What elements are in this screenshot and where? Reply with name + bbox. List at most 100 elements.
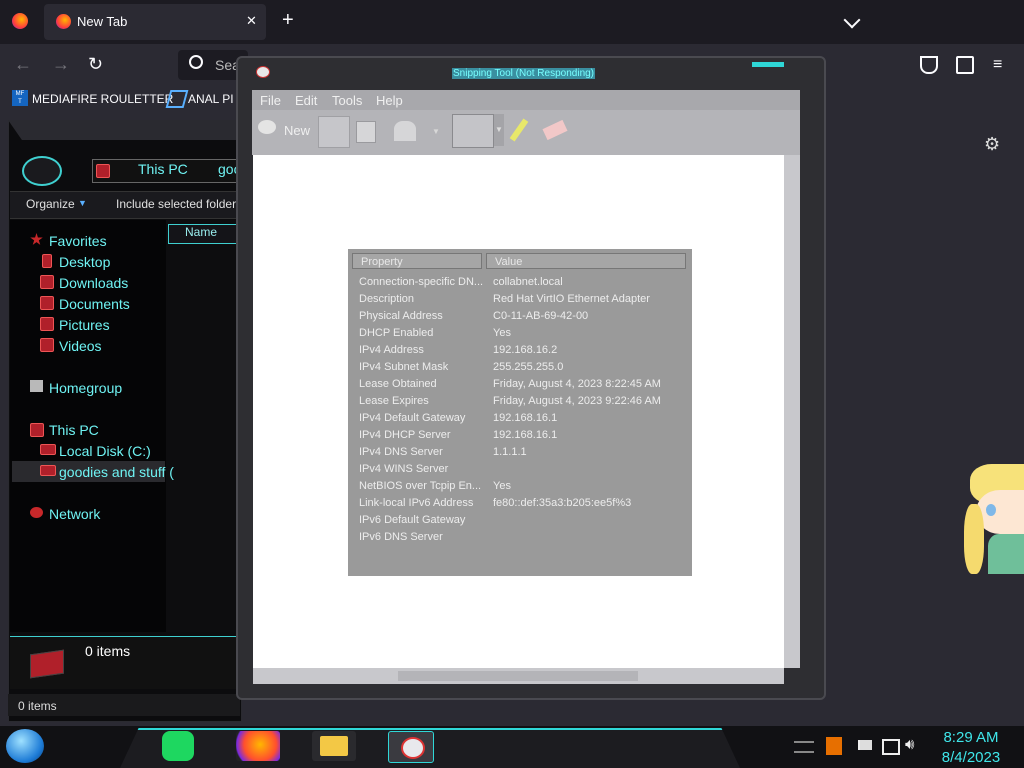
tab-title: New Tab [77,14,128,29]
value-cell: Friday, August 4, 2023 8:22:45 AM [493,378,661,390]
save-icon[interactable] [318,116,350,148]
flag-icon[interactable] [858,740,872,750]
nav-goodies-drive[interactable]: goodies and stuff ( [59,464,174,480]
property-cell: Lease Expires [359,395,429,407]
drive-icon [40,465,56,476]
nav-network[interactable]: Network [49,506,100,522]
property-cell: DHCP Enabled [359,327,434,339]
computer-icon [30,423,44,437]
nav-documents[interactable]: Documents [59,296,130,312]
pocket-icon[interactable] [920,56,938,74]
close-tab-icon[interactable]: ✕ [246,13,257,29]
nav-local-disk[interactable]: Local Disk (C:) [59,443,151,459]
property-cell: IPv4 Subnet Mask [359,361,449,373]
menu-tools[interactable]: Tools [332,93,362,108]
spotify-icon[interactable] [162,731,194,761]
firefox-menu-icon[interactable] [12,13,28,29]
drive-icon [96,164,110,178]
captured-table-row: IPv6 DNS Server [359,531,689,548]
menu-help[interactable]: Help [376,93,403,108]
network-icon [30,507,43,518]
include-folder-button[interactable]: Include selected folder [116,197,236,211]
property-cell: Physical Address [359,310,443,322]
bookmark-anal-pi[interactable]: ANAL PI [188,92,234,106]
bookmark-mediafire[interactable]: MEDIAFIRE ROULETTER [32,92,173,106]
java-icon[interactable] [826,737,842,755]
value-cell: fe80::def:35a3:b205:ee5f%3 [493,497,632,509]
nav-videos[interactable]: Videos [59,338,102,354]
snipping-tool-icon[interactable] [388,731,434,763]
volume-icon[interactable]: 🔊︎ [905,736,914,753]
captured-table-row: NetBIOS over Tcpip En... Yes [359,480,689,497]
clock[interactable]: 8:29 AM 8/4/2023 [936,728,1006,768]
nav-this-pc[interactable]: This PC [49,422,99,438]
window-accent-bar [752,62,784,67]
property-cell: IPv4 Default Gateway [359,412,466,424]
captured-table-row: IPv4 DNS Server 1.1.1.1 [359,446,689,463]
property-cell: IPv4 Address [359,344,424,356]
new-snip-icon [258,120,276,134]
desktop-character-image [962,464,1024,584]
nav-favorites[interactable]: Favorites [49,233,107,249]
send-snip-icon[interactable] [394,121,416,141]
header-property: Property [352,253,482,269]
breadcrumb-this-pc[interactable]: This PC [138,161,188,177]
drive-icon [40,444,56,455]
reload-icon[interactable]: ↻ [88,54,103,75]
start-button[interactable] [6,729,44,763]
nav-desktop[interactable]: Desktop [59,254,110,270]
captured-table-row: IPv6 Default Gateway [359,514,689,531]
property-cell: IPv4 DHCP Server [359,429,451,441]
value-cell: 192.168.16.1 [493,412,558,424]
menu-edit[interactable]: Edit [295,93,317,108]
file-explorer-icon[interactable] [312,731,356,761]
new-snip-button[interactable]: New [284,123,310,138]
firefox-icon[interactable] [236,731,280,761]
column-header-name[interactable]: Name [168,224,238,244]
back-icon[interactable]: ← [14,54,32,75]
network-tray-icon[interactable] [882,739,900,755]
vertical-scrollbar[interactable] [784,155,800,668]
documents-icon [40,296,54,310]
file-list [166,220,236,632]
nav-downloads[interactable]: Downloads [59,275,128,291]
nav-homegroup[interactable]: Homegroup [49,380,122,396]
value-cell: 192.168.16.1 [493,429,558,441]
captured-table-row: IPv4 WINS Server [359,463,689,480]
chevron-down-icon[interactable]: ▼ [432,127,440,136]
value-cell: 192.168.16.2 [493,344,558,356]
extensions-icon[interactable] [956,56,974,74]
window-title: Snipping Tool (Not Responding) [452,68,596,79]
value-cell: Red Hat VirtIO Ethernet Adapter [493,293,650,305]
captured-table-row: IPv4 Address 192.168.16.2 [359,344,689,361]
clock-date: 8/4/2023 [941,749,1001,766]
value-cell: 255.255.255.0 [493,361,564,373]
captured-table-row: Link-local IPv6 Address fe80::def:35a3:b2… [359,497,689,514]
app-menu-icon[interactable]: ≡ [993,56,1002,74]
explorer-nav-button[interactable] [22,156,62,186]
value-cell: C0-11-AB-69-42-00 [493,310,589,322]
organize-button[interactable]: Organize [26,197,75,211]
scroll-thumb[interactable] [398,671,638,681]
gear-icon[interactable]: ⚙ [984,134,1000,155]
property-cell: IPv4 WINS Server [359,463,449,475]
property-cell: Connection-specific DN... [359,276,484,288]
value-cell: Friday, August 4, 2023 9:22:46 AM [493,395,661,407]
chevron-down-icon[interactable]: ▼ [494,114,504,146]
property-cell: NetBIOS over Tcpip En... [359,480,482,492]
new-tab-button[interactable]: + [282,9,294,32]
property-cell: Lease Obtained [359,378,437,390]
show-hidden-icons[interactable] [794,741,814,753]
status-item-count: 0 items [18,699,57,713]
menu-file[interactable]: File [260,93,281,108]
nav-pictures[interactable]: Pictures [59,317,110,333]
search-icon [189,55,203,69]
pen-icon[interactable] [452,114,494,148]
column-header-label: Name [185,225,218,239]
copy-icon[interactable] [356,121,376,143]
desktop-icon [42,254,52,268]
value-cell: 1.1.1.1 [493,446,527,458]
value-cell: Yes [493,327,511,339]
forward-icon[interactable]: → [52,54,70,75]
property-cell: Link-local IPv6 Address [359,497,474,509]
